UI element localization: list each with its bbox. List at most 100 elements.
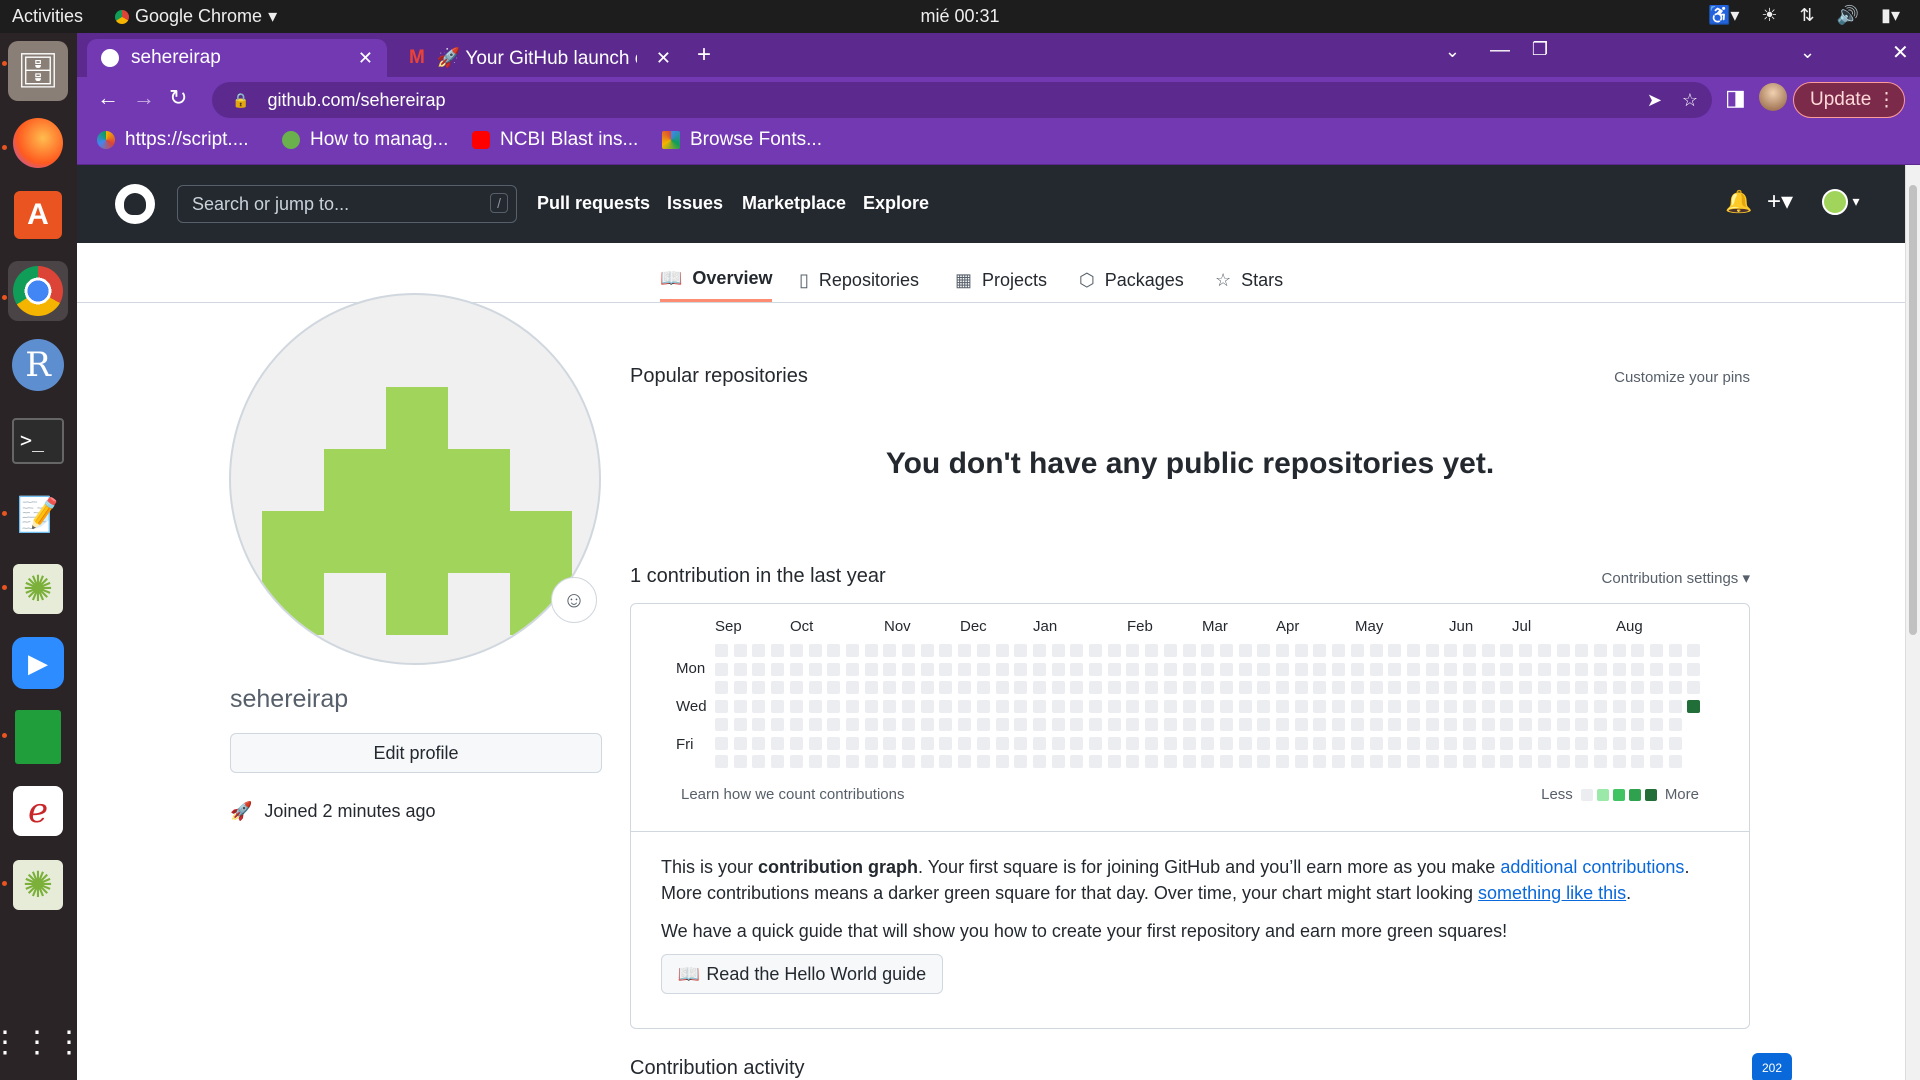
- contribution-day-cell[interactable]: [1219, 662, 1233, 676]
- contribution-day-cell[interactable]: [958, 699, 972, 713]
- contribution-day-cell[interactable]: [1556, 755, 1570, 768]
- tab-repositories[interactable]: ▯ Repositories: [799, 258, 919, 302]
- contribution-day-cell[interactable]: [1145, 755, 1159, 768]
- set-status-smiley-icon[interactable]: ☺: [551, 577, 597, 623]
- bookmark-item[interactable]: NCBI Blast ins...: [472, 129, 638, 151]
- contribution-day-cell[interactable]: [1650, 662, 1663, 676]
- contribution-day-cell[interactable]: [1089, 718, 1102, 731]
- contribution-day-cell[interactable]: [920, 736, 934, 750]
- contribution-day-cell[interactable]: [715, 662, 728, 676]
- contribution-day-cell[interactable]: [845, 755, 859, 768]
- contribution-day-cell[interactable]: [1537, 755, 1551, 768]
- page-scrollbar[interactable]: [1905, 165, 1920, 1080]
- update-button[interactable]: Update ⋮: [1793, 82, 1905, 118]
- contribution-day-cell[interactable]: [1463, 644, 1476, 657]
- contribution-day-cell[interactable]: [883, 699, 897, 713]
- contribution-day-cell[interactable]: [1612, 755, 1626, 768]
- contribution-day-cell[interactable]: [1294, 662, 1308, 676]
- contribution-day-cell[interactable]: [1332, 644, 1346, 657]
- contribution-day-cell[interactable]: [1257, 662, 1271, 676]
- contribution-day-cell[interactable]: [1332, 736, 1346, 750]
- contribution-day-cell[interactable]: [771, 755, 785, 768]
- contribution-day-cell[interactable]: [1238, 644, 1252, 657]
- contribution-day-cell[interactable]: [1350, 699, 1364, 713]
- contribution-day-cell[interactable]: [976, 699, 990, 713]
- contribution-day-cell[interactable]: [1444, 681, 1458, 694]
- settings-gear-icon[interactable]: ✺: [8, 559, 68, 619]
- contribution-day-cell[interactable]: [1500, 644, 1514, 657]
- contribution-day-cell[interactable]: [1145, 699, 1159, 713]
- contribution-day-cell[interactable]: [920, 755, 934, 768]
- contribution-day-cell[interactable]: [1593, 681, 1607, 694]
- contribution-day-cell[interactable]: [1014, 662, 1028, 676]
- contribution-day-cell[interactable]: [939, 718, 953, 731]
- contribution-day-cell[interactable]: [1593, 699, 1607, 713]
- software-center-icon[interactable]: A: [8, 185, 68, 245]
- contribution-day-cell[interactable]: [1463, 662, 1476, 676]
- contribution-day-cell[interactable]: [1089, 699, 1102, 713]
- files-icon[interactable]: 🗄: [8, 41, 68, 101]
- contribution-day-cell[interactable]: [1406, 662, 1420, 676]
- contribution-day-cell[interactable]: [1182, 681, 1196, 694]
- contribution-day-cell[interactable]: [1276, 736, 1289, 750]
- contribution-day-cell[interactable]: [1406, 681, 1420, 694]
- contribution-day-cell[interactable]: [1650, 736, 1663, 750]
- contribution-day-cell[interactable]: [1163, 662, 1177, 676]
- contribution-day-cell[interactable]: [1257, 644, 1271, 657]
- contribution-day-cell[interactable]: [1388, 699, 1402, 713]
- contribution-day-cell[interactable]: [1650, 718, 1663, 731]
- contribution-day-cell[interactable]: [1201, 662, 1215, 676]
- contribution-day-cell[interactable]: [995, 718, 1009, 731]
- contribution-day-cell[interactable]: [733, 662, 747, 676]
- tab-overview[interactable]: 📖 Overview: [660, 258, 773, 302]
- contribution-day-cell[interactable]: [1051, 681, 1065, 694]
- contribution-day-cell[interactable]: [1219, 755, 1233, 768]
- contribution-day-cell[interactable]: [1463, 718, 1476, 731]
- contribution-day-cell[interactable]: [1032, 699, 1046, 713]
- contribution-day-cell[interactable]: [1481, 644, 1495, 657]
- contribution-day-cell[interactable]: [715, 755, 728, 768]
- contribution-day-cell[interactable]: [864, 662, 878, 676]
- contribution-day-cell[interactable]: [1481, 699, 1495, 713]
- customize-pins-link[interactable]: Customize your pins: [1614, 369, 1750, 386]
- contribution-day-cell[interactable]: [1051, 718, 1065, 731]
- contribution-day-cell[interactable]: [1369, 662, 1383, 676]
- contribution-day-cell[interactable]: [1537, 681, 1551, 694]
- contribution-day-cell[interactable]: [1313, 736, 1327, 750]
- contribution-day-cell[interactable]: [1294, 699, 1308, 713]
- contribution-day-cell[interactable]: [752, 699, 766, 713]
- contribution-day-cell[interactable]: [1668, 681, 1682, 694]
- contribution-day-cell[interactable]: [883, 662, 897, 676]
- contribution-day-cell[interactable]: [920, 681, 934, 694]
- contribution-day-cell[interactable]: [808, 662, 822, 676]
- contribution-day-cell[interactable]: [1537, 736, 1551, 750]
- contribution-day-cell[interactable]: [1219, 736, 1233, 750]
- contribution-day-cell[interactable]: [1537, 662, 1551, 676]
- contribution-day-cell[interactable]: [1332, 699, 1346, 713]
- contribution-day-cell[interactable]: [864, 736, 878, 750]
- contribution-day-cell[interactable]: [958, 736, 972, 750]
- contribution-day-cell[interactable]: [958, 644, 972, 657]
- contribution-day-cell[interactable]: [1444, 718, 1458, 731]
- contribution-day-cell[interactable]: [1332, 662, 1346, 676]
- contribution-day-cell[interactable]: [1163, 755, 1177, 768]
- contribution-day-cell[interactable]: [1500, 699, 1514, 713]
- contribution-day-cell[interactable]: [864, 644, 878, 657]
- contribution-day-cell[interactable]: [771, 662, 785, 676]
- contribution-day-cell[interactable]: [1294, 644, 1308, 657]
- weather-icon[interactable]: ☀: [1761, 5, 1777, 26]
- contribution-day-cell[interactable]: [1631, 699, 1645, 713]
- contribution-day-cell[interactable]: [864, 699, 878, 713]
- contribution-day-cell[interactable]: [1593, 718, 1607, 731]
- contribution-day-cell[interactable]: [1126, 681, 1140, 694]
- settings-gear-icon[interactable]: ✺: [8, 855, 68, 915]
- contribution-day-cell[interactable]: [1425, 736, 1439, 750]
- contribution-day-cell[interactable]: [715, 699, 728, 713]
- contribution-day-cell[interactable]: [1650, 681, 1663, 694]
- contribution-day-cell[interactable]: [1425, 662, 1439, 676]
- contribution-day-cell[interactable]: [1556, 736, 1570, 750]
- contribution-day-cell[interactable]: [1257, 718, 1271, 731]
- contribution-day-cell[interactable]: [1687, 662, 1701, 676]
- contribution-day-cell[interactable]: [883, 644, 897, 657]
- contribution-day-cell[interactable]: [1388, 662, 1402, 676]
